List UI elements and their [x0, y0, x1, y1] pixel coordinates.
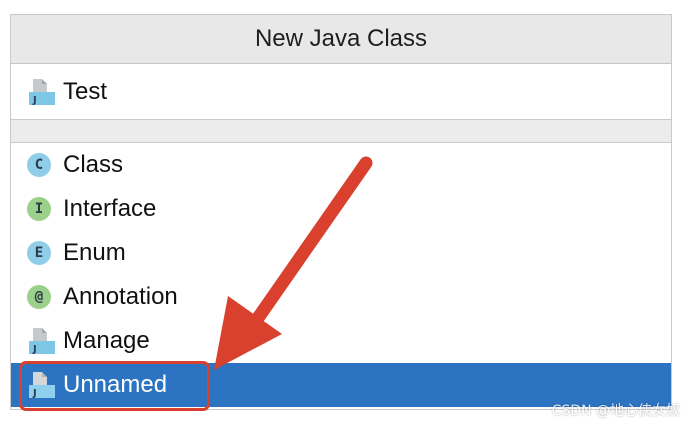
svg-text:J: J: [32, 95, 37, 106]
java-file-icon: J: [25, 370, 55, 400]
kind-label: Class: [63, 151, 124, 178]
svg-text:J: J: [32, 388, 37, 399]
new-java-class-dialog: New Java Class J Test C Class I Interfac…: [10, 14, 672, 410]
java-file-icon: J: [25, 77, 55, 107]
divider-band: [11, 120, 671, 143]
kind-item-interface[interactable]: I Interface: [11, 187, 671, 231]
kind-label: Unnamed: [63, 371, 168, 398]
kind-label: Annotation: [63, 283, 178, 310]
kind-label: Manage: [63, 327, 150, 354]
java-file-icon: J: [25, 326, 55, 356]
kind-item-annotation[interactable]: @ Annotation: [11, 275, 671, 319]
kind-list: C Class I Interface E Enum @ Annotation: [11, 143, 671, 407]
enum-icon: E: [25, 238, 55, 268]
kind-item-enum[interactable]: E Enum: [11, 231, 671, 275]
kind-label: Enum: [63, 239, 126, 266]
dialog-title-text: New Java Class: [254, 25, 428, 52]
kind-label: Interface: [63, 195, 157, 222]
class-name-value: Test: [63, 77, 108, 105]
kind-item-class[interactable]: C Class: [11, 143, 671, 187]
class-name-field[interactable]: J Test: [11, 64, 671, 120]
watermark: CSDN @地心侠女奴: [551, 403, 680, 419]
interface-icon: I: [25, 194, 55, 224]
dialog-title: New Java Class: [11, 15, 671, 64]
svg-text:J: J: [32, 344, 37, 355]
annotation-icon: @: [25, 282, 55, 312]
kind-item-manage[interactable]: J Manage: [11, 319, 671, 363]
class-icon: C: [25, 150, 55, 180]
